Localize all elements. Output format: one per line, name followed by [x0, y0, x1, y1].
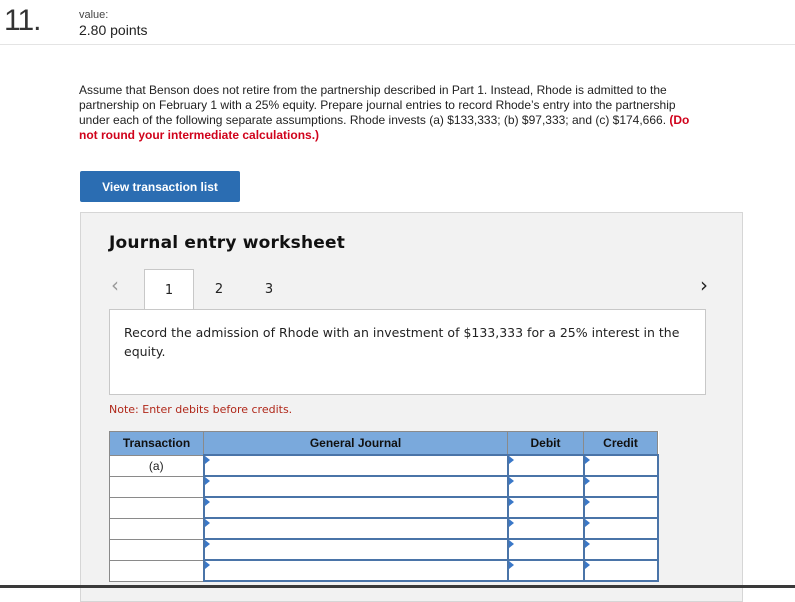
chevron-left-icon[interactable]: ‹ [111, 273, 119, 297]
credit-input[interactable] [582, 496, 659, 519]
general-journal-input[interactable] [202, 475, 509, 498]
header-debit: Debit [507, 431, 584, 456]
transaction-cell [109, 517, 204, 540]
value-points: 2.80 points [79, 22, 148, 38]
instruction-text: Record the admission of Rhode with an in… [124, 325, 680, 359]
debit-input[interactable] [506, 496, 585, 519]
transaction-cell [109, 475, 204, 498]
view-transaction-list-button[interactable]: View transaction list [80, 171, 240, 202]
journal-table: Transaction General Journal Debit Credit… [109, 431, 659, 582]
debit-input[interactable] [506, 517, 585, 540]
general-journal-input[interactable] [202, 517, 509, 540]
table-header-row: Transaction General Journal Debit Credit [109, 431, 658, 456]
debit-input[interactable] [506, 475, 585, 498]
credit-input[interactable] [582, 475, 659, 498]
table-row: (a) [109, 454, 659, 477]
general-journal-input[interactable] [202, 454, 509, 477]
credit-input[interactable] [582, 517, 659, 540]
table-row [109, 538, 659, 561]
worksheet-title: Journal entry worksheet [109, 233, 346, 253]
tab-3[interactable]: 3 [244, 269, 294, 309]
general-journal-input[interactable] [202, 559, 509, 582]
general-journal-input[interactable] [202, 538, 509, 561]
credit-input[interactable] [582, 454, 659, 477]
table-row [109, 559, 659, 582]
transaction-cell [109, 538, 204, 561]
table-row [109, 517, 659, 540]
debit-input[interactable] [506, 559, 585, 582]
header-credit: Credit [583, 431, 658, 456]
header-divider [0, 44, 795, 45]
table-row [109, 496, 659, 519]
header-general-journal: General Journal [203, 431, 508, 456]
credit-input[interactable] [582, 559, 659, 582]
transaction-cell [109, 559, 204, 582]
chevron-right-icon[interactable]: › [700, 273, 708, 297]
credit-input[interactable] [582, 538, 659, 561]
note-text: Note: Enter debits before credits. [109, 403, 293, 416]
journal-entry-worksheet: Journal entry worksheet ‹ › 1 2 3 Record… [80, 212, 743, 602]
transaction-cell: (a) [109, 454, 204, 477]
tab-2[interactable]: 2 [194, 269, 244, 309]
question-body: Assume that Benson does not retire from … [79, 83, 676, 127]
header-transaction: Transaction [109, 431, 204, 456]
instruction-panel: Record the admission of Rhode with an in… [109, 309, 706, 395]
debit-input[interactable] [506, 454, 585, 477]
question-number: 11. [4, 4, 41, 37]
question-text: Assume that Benson does not retire from … [79, 83, 704, 143]
debit-input[interactable] [506, 538, 585, 561]
tab-1[interactable]: 1 [144, 269, 194, 310]
table-row [109, 475, 659, 498]
transaction-cell [109, 496, 204, 519]
general-journal-input[interactable] [202, 496, 509, 519]
value-label: value: [79, 9, 109, 21]
